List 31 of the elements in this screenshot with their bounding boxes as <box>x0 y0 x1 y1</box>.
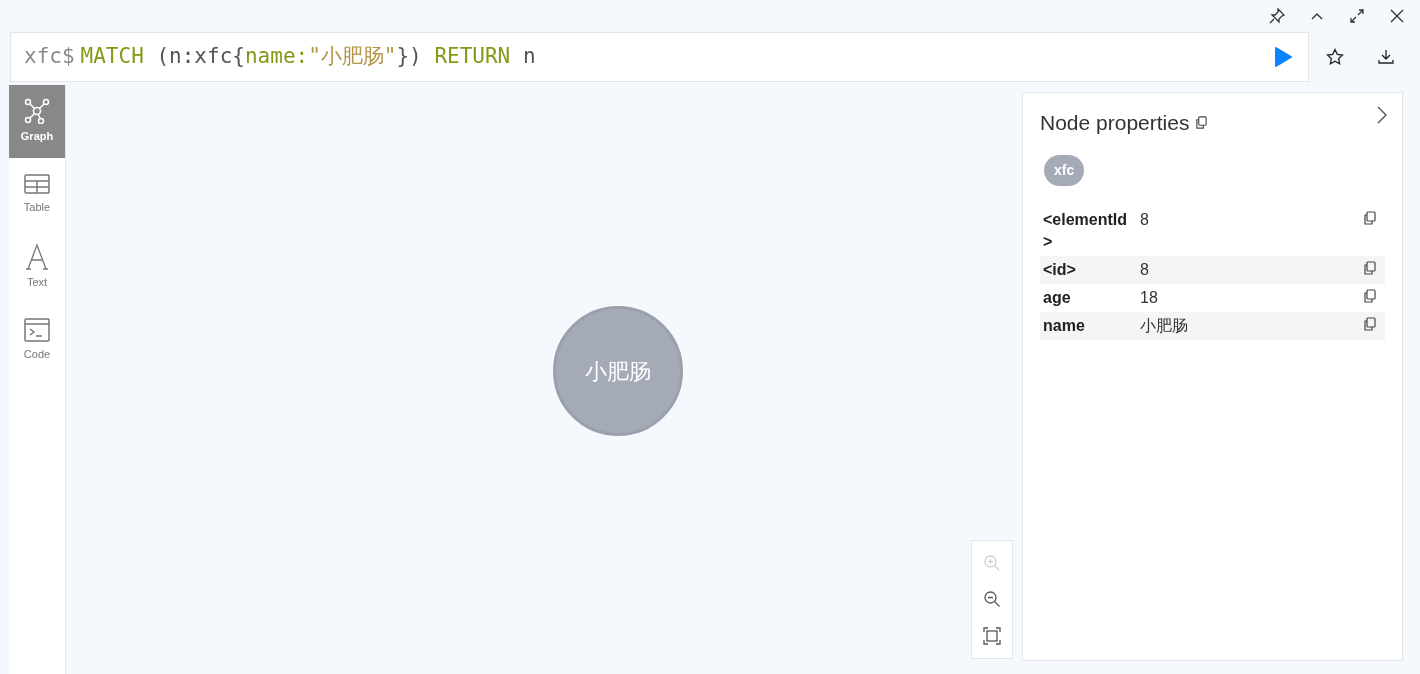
prompt-text: xfc$ <box>24 43 75 71</box>
property-key: <elementId> <box>1040 208 1136 253</box>
property-value: 小肥肠 <box>1139 315 1189 336</box>
property-key: name <box>1040 314 1136 337</box>
copy-icon[interactable] <box>1363 288 1377 303</box>
query-text: MATCH (n:xfc{name:"小肥肠"}) RETURN n <box>80 43 536 71</box>
pin-icon[interactable] <box>1268 7 1286 25</box>
property-key: <id> <box>1040 258 1136 281</box>
view-tab[interactable]: Graph <box>9 85 65 158</box>
copy-icon[interactable] <box>1195 116 1209 130</box>
copy-icon[interactable] <box>1363 210 1377 225</box>
play-icon[interactable] <box>1274 47 1292 67</box>
panel-title: Node properties <box>1040 110 1190 136</box>
property-value: 8 <box>1139 259 1150 280</box>
fit-icon[interactable] <box>983 626 1001 645</box>
copy-icon[interactable] <box>1363 260 1377 275</box>
expand-icon[interactable] <box>1348 7 1366 25</box>
star-icon[interactable] <box>1326 48 1344 66</box>
query-editor[interactable]: xfc$ MATCH (n:xfc{name:"小肥肠"}) RETURN n <box>10 32 1309 82</box>
download-icon[interactable] <box>1377 48 1395 66</box>
table-icon <box>24 173 50 196</box>
close-icon[interactable] <box>1388 7 1406 25</box>
property-key: age <box>1040 286 1136 309</box>
property-value: 8 <box>1139 209 1150 230</box>
property-value: 18 <box>1139 287 1159 308</box>
copy-icon[interactable] <box>1363 316 1377 331</box>
zoom-out-icon[interactable] <box>983 590 1001 609</box>
graph-icon <box>24 98 50 125</box>
chevron-right-icon[interactable] <box>1376 105 1388 125</box>
letter-icon <box>26 244 48 271</box>
terminal-icon <box>24 318 50 343</box>
